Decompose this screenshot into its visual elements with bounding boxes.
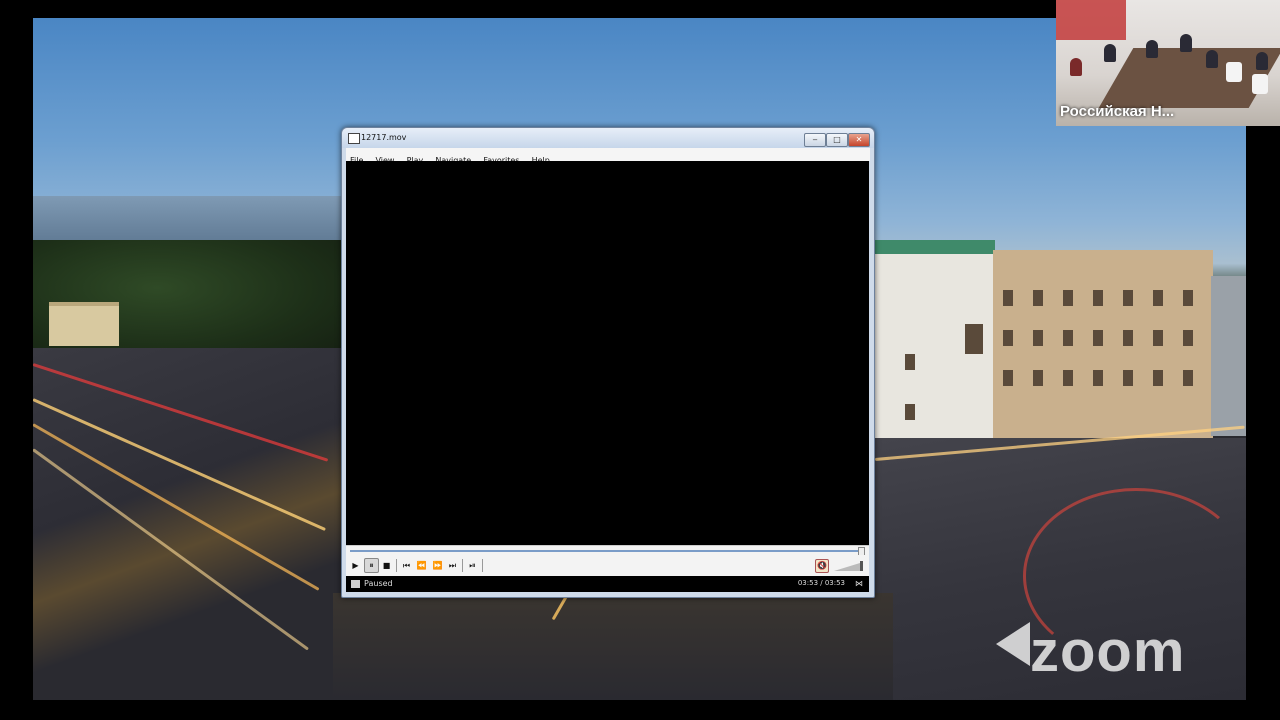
road-bottom: [333, 593, 893, 700]
video-area[interactable]: [346, 161, 869, 545]
participant-person: [1070, 58, 1082, 76]
window-title: 12717.mov: [361, 133, 407, 142]
settings-icon[interactable]: ⋈: [855, 579, 863, 588]
participant-person: [1104, 44, 1116, 62]
close-button[interactable]: ✕: [848, 133, 870, 147]
title-bar[interactable]: 12717.mov ‒ □ ✕: [342, 128, 874, 148]
participant-thumbnail[interactable]: Российская Н...: [1056, 0, 1280, 126]
sea: [33, 196, 343, 246]
film-icon: [351, 580, 360, 588]
fast-forward-button[interactable]: ⏩: [431, 559, 444, 572]
participant-person: [1146, 40, 1158, 58]
pause-button[interactable]: ⏸: [364, 558, 379, 573]
volume-ramp: [834, 563, 860, 571]
participant-person: [1256, 52, 1268, 70]
white-building: [875, 240, 995, 454]
playback-status: Paused: [364, 579, 393, 588]
maximize-button[interactable]: □: [826, 133, 848, 147]
seek-progress: [350, 550, 861, 552]
participant-person: [1180, 34, 1192, 52]
playback-controls: ▶ ⏸ ■ ⏮ ⏪ ⏩ ⏭ ⏯ 🔇: [346, 555, 869, 576]
next-button[interactable]: ⏭: [446, 559, 459, 572]
chair: [1252, 74, 1268, 94]
media-player-window[interactable]: 12717.mov ‒ □ ✕ File View Play Navigate …: [341, 127, 875, 598]
rewind-button[interactable]: ⏪: [415, 559, 428, 572]
zoom-watermark: zoom: [1030, 619, 1186, 684]
separator: [396, 559, 397, 572]
mute-icon[interactable]: 🔇: [815, 559, 829, 573]
separator: [482, 559, 483, 572]
status-bar: Paused 03:53 / 03:53 ⋈: [346, 576, 869, 592]
previous-button[interactable]: ⏮: [400, 559, 413, 572]
volume-slider[interactable]: [834, 561, 864, 571]
separator: [462, 559, 463, 572]
app-icon[interactable]: [348, 133, 360, 144]
frame-step-button[interactable]: ⏯: [466, 559, 479, 572]
chair: [1226, 62, 1242, 82]
menu-bar: File View Play Navigate Favorites Help: [346, 148, 870, 165]
pavilion-building: [49, 302, 119, 346]
road-left: [33, 348, 343, 700]
minimize-button[interactable]: ‒: [804, 133, 826, 147]
time-display: 03:53 / 03:53: [797, 579, 845, 587]
zoom-logo-arrow-icon: [996, 622, 1030, 666]
beige-building: [993, 250, 1213, 440]
stop-button[interactable]: ■: [380, 559, 393, 572]
participant-person: [1206, 50, 1218, 68]
participant-name: Российская Н...: [1060, 103, 1175, 120]
volume-handle[interactable]: [860, 561, 863, 571]
grey-building: [1211, 276, 1246, 436]
red-banner: [1056, 0, 1126, 40]
play-button[interactable]: ▶: [349, 559, 362, 572]
